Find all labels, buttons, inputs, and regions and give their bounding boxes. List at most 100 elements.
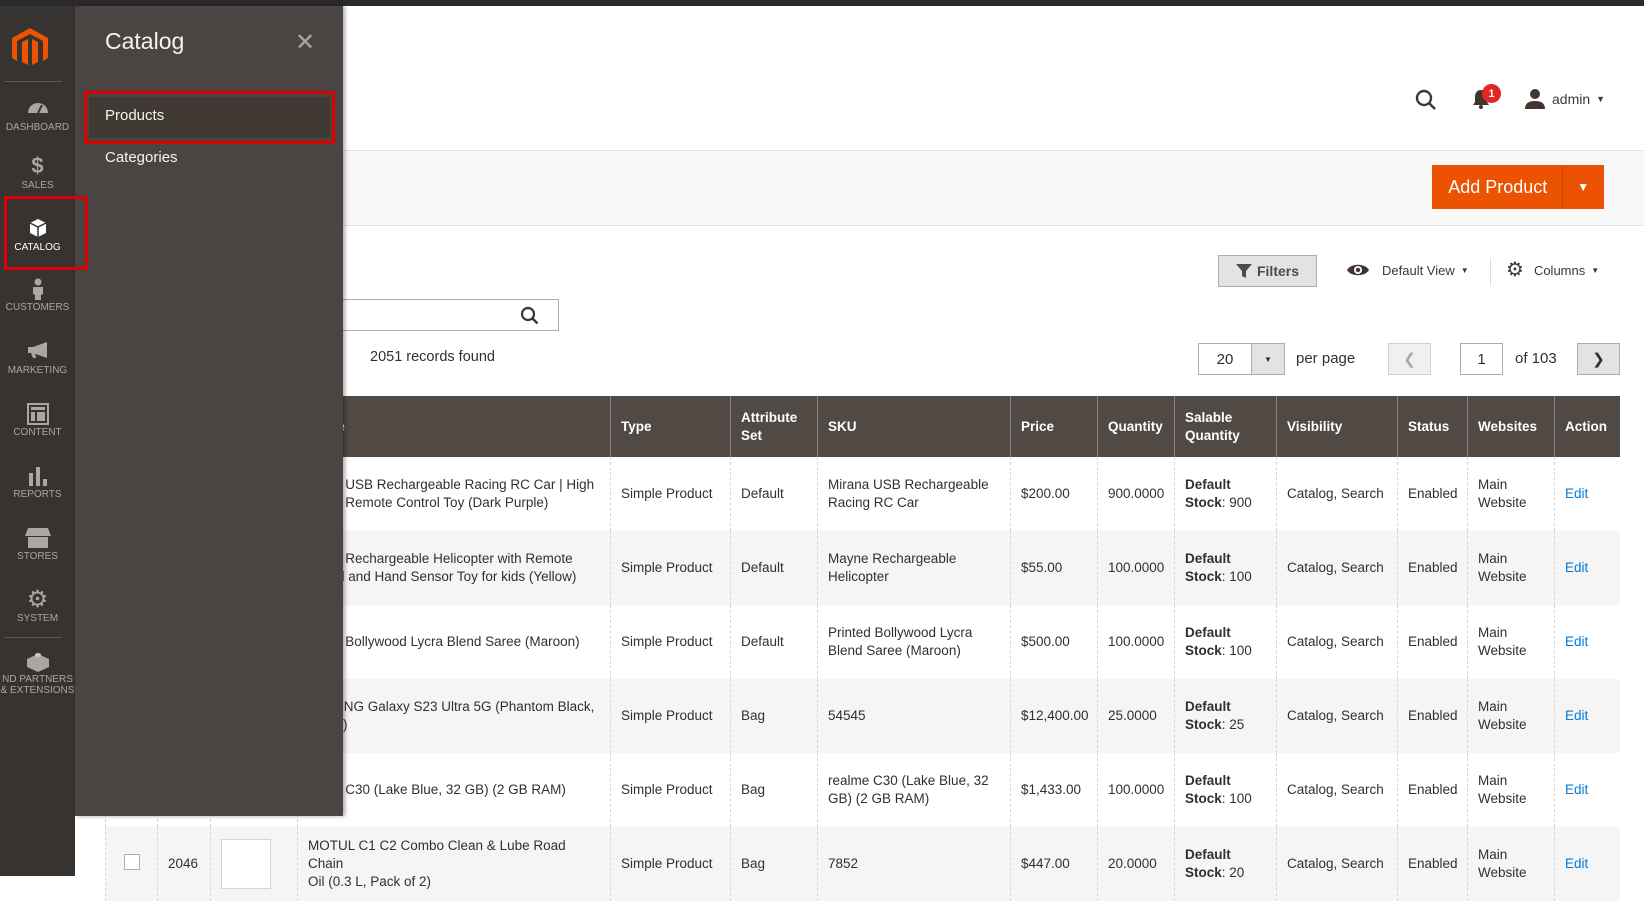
filters-button[interactable]: Filters	[1218, 255, 1317, 287]
product-name-line: UNG Galaxy S23 Ultra 5G (Phantom Black,	[334, 699, 595, 714]
product-price: $500.00	[1010, 605, 1098, 679]
attribute-set: Default	[730, 605, 818, 679]
admin-user-menu[interactable]: admin ▼	[1524, 88, 1605, 110]
flyout-item-categories[interactable]: Categories	[105, 149, 178, 166]
product-type: Simple Product	[610, 753, 731, 827]
product-visibility: Catalog, Search	[1276, 531, 1398, 605]
column-header-action[interactable]: Action	[1554, 396, 1620, 457]
sidebar-item-content[interactable]: CONTENT	[0, 403, 75, 438]
sidebar-item-reports[interactable]: REPORTS	[0, 465, 75, 500]
close-icon[interactable]: ✕	[295, 28, 315, 57]
toolbar-divider	[1490, 258, 1491, 286]
stock-source: Default	[1185, 477, 1231, 492]
add-product-button[interactable]: Add Product ▼	[1432, 165, 1604, 209]
column-header-quantity[interactable]: Quantity	[1097, 396, 1175, 457]
table-row[interactable]: 2046 MOTUL C1 C2 Combo Clean & Lube Road …	[105, 827, 1620, 901]
stock-source: Default	[1185, 847, 1231, 862]
product-status: Enabled	[1397, 827, 1468, 901]
sidebar-item-stores[interactable]: STORES	[0, 527, 75, 562]
catalog-flyout-menu: Catalog ✕ Products Categories	[75, 6, 343, 816]
product-quantity: 100.0000	[1097, 605, 1175, 679]
product-name-line: e Rechargeable Helicopter with Remote	[334, 551, 573, 566]
flyout-item-products[interactable]: Products	[105, 107, 164, 124]
sidebar-item-label: SALES	[21, 180, 54, 191]
chevron-down-icon: ▼	[1460, 265, 1469, 275]
product-visibility: Catalog, Search	[1276, 679, 1398, 753]
stock-source: Default	[1185, 551, 1231, 566]
sidebar-item-system[interactable]: ⚙ SYSTEM	[0, 588, 75, 625]
product-websites: Main Website	[1467, 679, 1555, 753]
column-header-price[interactable]: Price	[1010, 396, 1098, 457]
highlight-catalog	[4, 196, 88, 270]
person-icon	[0, 278, 75, 302]
columns-dropdown[interactable]: ⚙ Columns ▼	[1506, 259, 1599, 281]
sidebar-item-dashboard[interactable]: DASHBOARD	[0, 98, 75, 133]
column-header-status[interactable]: Status	[1397, 396, 1468, 457]
notification-count-badge: 1	[1482, 84, 1501, 103]
edit-link[interactable]: Edit	[1565, 856, 1588, 871]
stock-label: Stock	[1185, 643, 1222, 658]
edit-link[interactable]: Edit	[1565, 634, 1588, 649]
product-sku: Mayne Rechargeable Helicopter	[817, 531, 1011, 605]
product-quantity: 25.0000	[1097, 679, 1175, 753]
sidebar-item-marketing[interactable]: MARKETING	[0, 341, 75, 376]
sidebar-item-label: CUSTOMERS	[5, 302, 70, 313]
per-page-value: 20	[1216, 350, 1234, 368]
add-product-label: Add Product	[1448, 176, 1548, 197]
attribute-set: Default	[730, 457, 818, 531]
product-type: Simple Product	[610, 531, 731, 605]
column-header-type[interactable]: Type	[610, 396, 731, 457]
column-header-attribute-set[interactable]: Attribute Set	[730, 396, 818, 457]
stock-qty: : 100	[1221, 643, 1252, 658]
sidebar-item-label: ND PARTNERS	[2, 674, 73, 685]
gear-icon: ⚙	[1506, 259, 1524, 281]
default-view-dropdown[interactable]: Default View ▼	[1346, 262, 1469, 278]
column-header-sku[interactable]: SKU	[817, 396, 1011, 457]
product-visibility: Catalog, Search	[1276, 753, 1398, 827]
stock-qty: : 100	[1221, 569, 1252, 584]
edit-link[interactable]: Edit	[1565, 486, 1588, 501]
row-checkbox[interactable]	[123, 853, 140, 870]
add-product-dropdown-toggle[interactable]: ▼	[1562, 166, 1603, 208]
search-icon[interactable]	[520, 306, 540, 326]
product-name-line: d Remote Control Toy (Dark Purple)	[334, 495, 549, 510]
previous-page-button[interactable]: ❮	[1388, 343, 1431, 375]
sidebar-item-label: SYSTEM	[16, 613, 59, 624]
per-page-select[interactable]: 20 ▼	[1198, 343, 1285, 375]
column-header-visibility[interactable]: Visibility	[1276, 396, 1398, 457]
product-sku: 54545	[817, 679, 1011, 753]
sidebar-item-customers[interactable]: CUSTOMERS	[0, 278, 75, 313]
next-page-button[interactable]: ❯	[1577, 343, 1620, 375]
admin-sidebar: DASHBOARD $ SALES CATALOG CUSTOMERS MARKETING…	[0, 6, 75, 876]
attribute-set: Default	[730, 531, 818, 605]
product-price: $1,433.00	[1010, 753, 1098, 827]
stock-label: Stock	[1185, 495, 1222, 510]
product-sku: realme C30 (Lake Blue, 32 GB) (2 GB RAM)	[817, 753, 1011, 827]
salable-quantity: Default Stock: 100	[1174, 605, 1277, 679]
page-number-input[interactable]: 1	[1460, 343, 1503, 375]
edit-link[interactable]: Edit	[1565, 560, 1588, 575]
attribute-set: Bag	[730, 827, 818, 901]
product-quantity: 900.0000	[1097, 457, 1175, 531]
product-type: Simple Product	[610, 605, 731, 679]
global-search-icon[interactable]	[1414, 88, 1438, 115]
chevron-down-icon: ▼	[1596, 94, 1606, 104]
product-name-line: ol and Hand Sensor Toy for kids (Yellow)	[334, 569, 577, 584]
sidebar-divider	[4, 637, 62, 638]
notifications-bell-icon[interactable]: 1	[1470, 84, 1501, 113]
magento-logo[interactable]	[12, 28, 48, 71]
column-header-salable-quantity[interactable]: Salable Quantity	[1174, 396, 1277, 457]
product-name: d Bollywood Lycra Blend Saree (Maroon)	[297, 605, 611, 679]
stock-qty: : 100	[1221, 791, 1252, 806]
dashboard-icon	[0, 98, 75, 122]
edit-link[interactable]: Edit	[1565, 782, 1588, 797]
sidebar-item-sales[interactable]: $ SALES	[0, 155, 75, 192]
sidebar-item-nd-partners[interactable]: ND PARTNERS & EXTENSIONS	[0, 650, 75, 696]
column-header-name[interactable]: Name	[297, 396, 611, 457]
column-header-websites[interactable]: Websites	[1467, 396, 1555, 457]
edit-link[interactable]: Edit	[1565, 708, 1588, 723]
product-price: $55.00	[1010, 531, 1098, 605]
product-name: UNG Galaxy S23 Ultra 5G (Phantom Black,B…	[297, 679, 611, 753]
total-pages-label: of 103	[1515, 350, 1557, 367]
salable-quantity: Default Stock: 100	[1174, 531, 1277, 605]
